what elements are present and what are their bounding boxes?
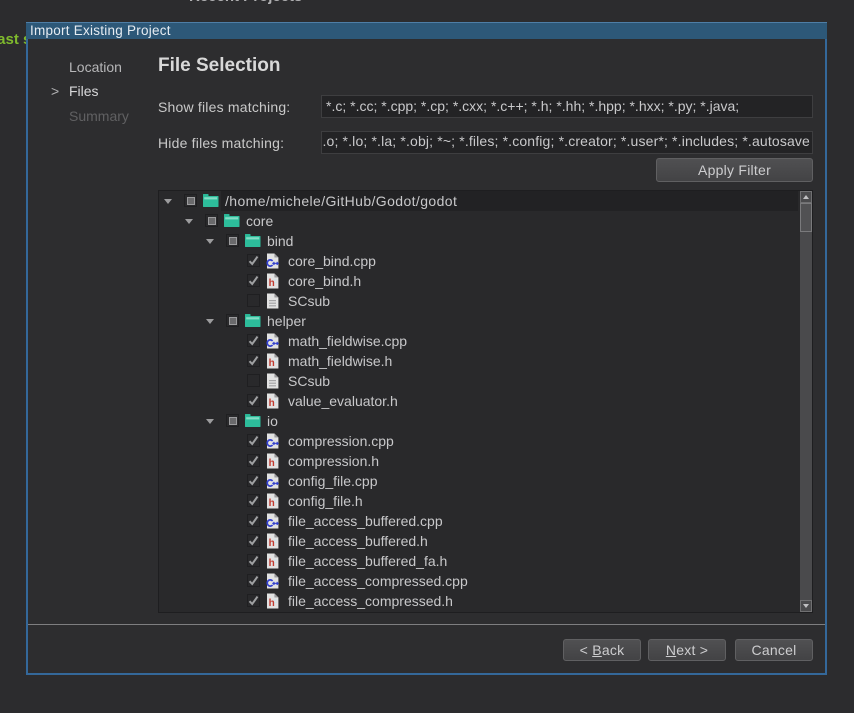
svg-text:h: h (269, 558, 275, 569)
svg-text:h: h (269, 598, 275, 609)
svg-text:h: h (269, 358, 275, 369)
svg-text:h: h (269, 538, 275, 549)
svg-text:h: h (269, 398, 275, 409)
svg-text:h: h (269, 278, 275, 289)
svg-text:h: h (269, 498, 275, 509)
svg-text:h: h (269, 458, 275, 469)
